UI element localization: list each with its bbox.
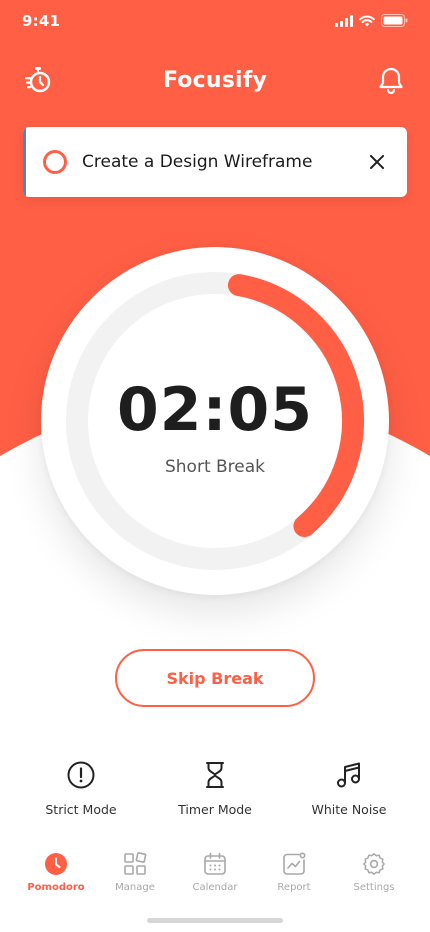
bottom-tab-bar: Pomodoro Manage Calendar Report Settings [0, 852, 430, 896]
tab-label: Pomodoro [27, 882, 85, 893]
app-header: Focusify [0, 60, 430, 100]
timer-dial: 02:05 Short Break [41, 247, 389, 595]
tab-label: Manage [115, 882, 155, 893]
mode-label: Timer Mode [178, 802, 252, 817]
status-bar: 9:41 [0, 0, 430, 44]
chart-icon [283, 852, 306, 875]
stopwatch-icon[interactable] [24, 66, 52, 98]
timer-label: Short Break [164, 457, 266, 477]
white-noise-button[interactable]: White Noise [289, 760, 409, 817]
tab-settings[interactable]: Settings [334, 852, 414, 893]
status-icons [335, 14, 408, 27]
strict-mode-button[interactable]: Strict Mode [21, 760, 141, 817]
calendar-icon [204, 852, 226, 875]
app-title: Focusify [162, 67, 268, 93]
wifi-icon [359, 14, 375, 26]
hourglass-icon [206, 762, 224, 788]
bell-icon[interactable] [378, 66, 404, 98]
status-time: 9:41 [22, 11, 61, 30]
tab-label: Settings [353, 882, 395, 893]
tab-label: Calendar [192, 882, 238, 893]
timer-mode-button[interactable]: Timer Mode [155, 760, 275, 817]
alert-circle-icon [67, 761, 95, 789]
battery-icon [381, 14, 408, 27]
tab-pomodoro[interactable]: Pomodoro [16, 852, 96, 893]
mode-options: Strict Mode Timer Mode White Noise [0, 760, 430, 820]
task-accent-bar [23, 127, 26, 197]
gear-icon [363, 853, 385, 875]
mode-label: White Noise [311, 802, 387, 817]
skip-break-button[interactable]: Skip Break [115, 649, 315, 707]
close-icon[interactable] [355, 140, 399, 184]
tab-report[interactable]: Report [254, 852, 334, 893]
tab-label: Report [277, 882, 311, 893]
mode-label: Strict Mode [45, 802, 117, 817]
clock-icon [45, 853, 67, 875]
grid-icon [124, 852, 147, 875]
signal-icon [335, 14, 353, 27]
tab-calendar[interactable]: Calendar [175, 852, 255, 893]
task-title: Create a Design Wireframe [82, 152, 313, 172]
current-task-card[interactable]: Create a Design Wireframe [23, 127, 407, 197]
home-indicator[interactable] [147, 918, 283, 923]
timer-time: 02:05 [117, 375, 313, 445]
music-note-icon [337, 762, 360, 788]
tab-manage[interactable]: Manage [95, 852, 175, 893]
circle-checkbox-icon[interactable] [43, 150, 67, 174]
